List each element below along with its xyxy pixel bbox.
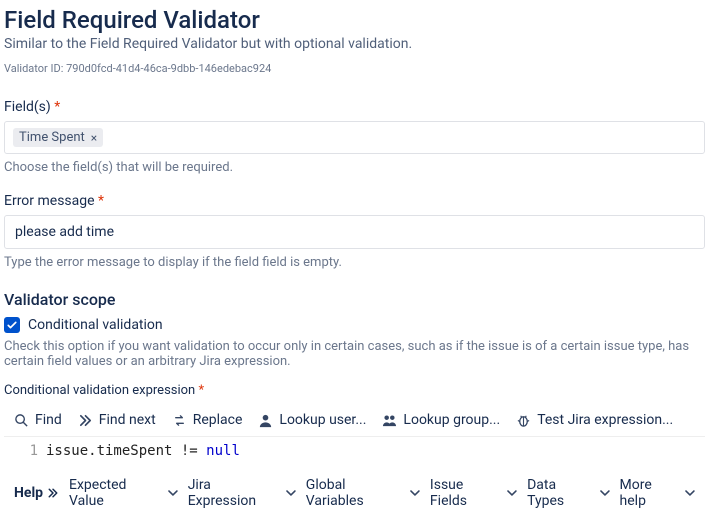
expression-label: Conditional validation expression * (4, 383, 705, 398)
chevron-down-icon (600, 488, 610, 498)
lookup-group-button[interactable]: Lookup group... (382, 412, 500, 428)
fields-help: Choose the field(s) that will be require… (4, 160, 705, 175)
error-message-input[interactable] (4, 215, 705, 249)
replace-button[interactable]: Replace (172, 412, 243, 428)
validator-id: Validator ID: 790d0fcd-41d4-46ca-9dbb-14… (4, 62, 705, 75)
check-icon (6, 319, 18, 331)
page-title: Field Required Validator (4, 6, 705, 34)
issue-fields-dropdown[interactable]: Issue Fields (430, 477, 517, 509)
global-variables-dropdown[interactable]: Global Variables (306, 477, 420, 509)
bug-icon (516, 413, 531, 428)
code-editor[interactable]: 1 issue.timeSpent != null (4, 437, 705, 467)
replace-icon (172, 413, 187, 428)
chevron-down-icon (507, 488, 517, 498)
field-chip-label: Time Spent (19, 130, 85, 145)
conditional-validation-label: Conditional validation (28, 317, 163, 333)
error-message-help: Type the error message to display if the… (4, 255, 705, 270)
field-chip[interactable]: Time Spent × (13, 128, 103, 147)
jira-expression-dropdown[interactable]: Jira Expression (188, 477, 296, 509)
validator-scope-description: Check this option if you want validation… (4, 339, 705, 369)
editor-bottombar: Help Expected Value Jira Expression Glob… (4, 467, 705, 517)
error-message-label: Error message * (4, 193, 705, 209)
more-help-dropdown[interactable]: More help (620, 477, 695, 509)
editor-toolbar: Find Find next Replace Lookup user... Lo… (4, 404, 705, 437)
chevron-down-icon (286, 488, 296, 498)
test-expression-button[interactable]: Test Jira expression... (516, 412, 673, 428)
fields-input[interactable]: Time Spent × (4, 121, 705, 154)
user-icon (258, 413, 273, 428)
double-chevron-right-icon (78, 413, 93, 428)
page-subtitle: Similar to the Field Required Validator … (4, 36, 705, 52)
conditional-validation-checkbox[interactable] (4, 317, 20, 333)
validator-scope-heading: Validator scope (4, 290, 705, 309)
expected-value-dropdown[interactable]: Expected Value (69, 477, 178, 509)
lookup-user-button[interactable]: Lookup user... (258, 412, 366, 428)
chevron-down-icon (168, 488, 178, 498)
fields-label: Field(s) * (4, 99, 705, 115)
help-button[interactable]: Help (14, 485, 59, 501)
remove-chip-icon[interactable]: × (91, 132, 97, 144)
search-icon (14, 413, 29, 428)
chevron-down-icon (410, 488, 420, 498)
chevron-down-icon (685, 488, 695, 498)
line-gutter: 1 (4, 443, 46, 459)
find-next-button[interactable]: Find next (78, 412, 156, 428)
group-icon (382, 413, 397, 428)
code-line[interactable]: issue.timeSpent != null (46, 443, 240, 459)
data-types-dropdown[interactable]: Data Types (527, 477, 609, 509)
find-button[interactable]: Find (14, 412, 62, 428)
double-chevron-right-icon (47, 487, 59, 499)
